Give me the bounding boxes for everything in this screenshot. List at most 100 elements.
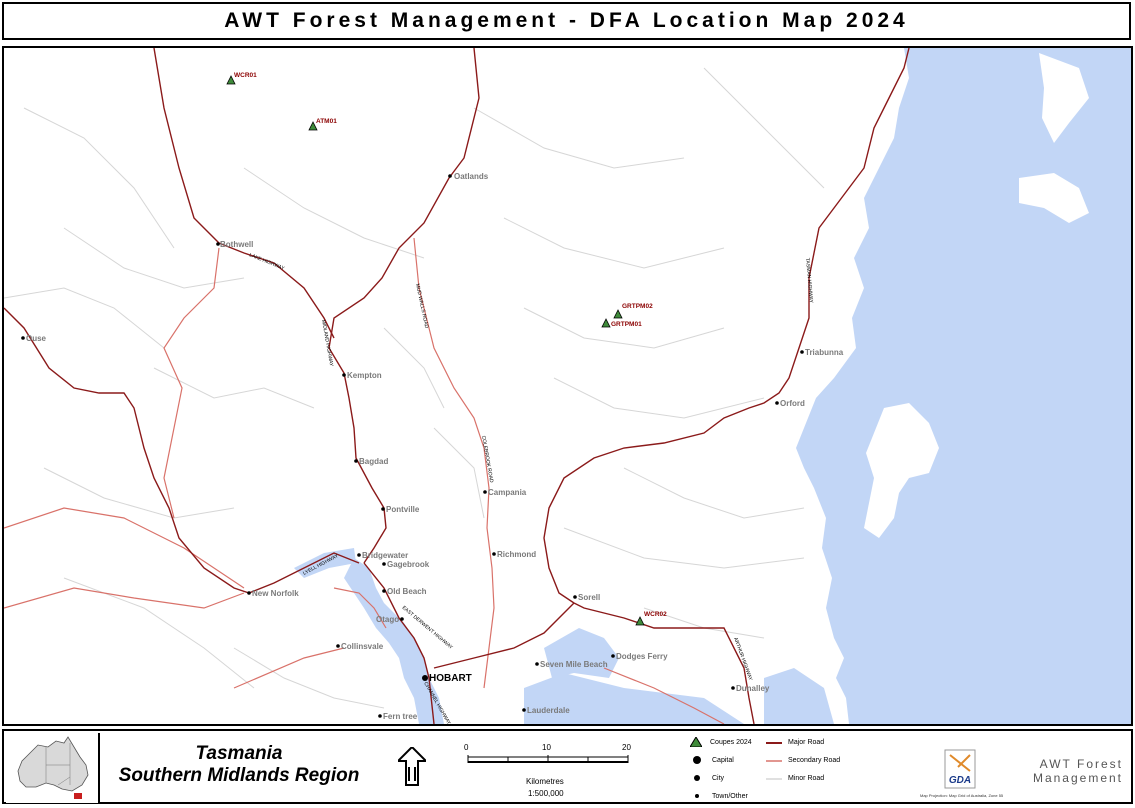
town-richmond[interactable]: Richmond [492,550,536,559]
town-bridgewater[interactable]: Bridgewater [357,551,408,560]
town-bagdad[interactable]: Bagdad [354,457,388,466]
east-coast-ocean [796,48,1131,724]
legend-minor-road: Minor Road [766,775,824,782]
legend-major-road: Major Road [766,739,824,746]
svg-text:Oatlands: Oatlands [454,172,489,181]
scale-bar: 0 10 20 Kilometres 1:500,000 [462,739,642,799]
scale-tick-20: 20 [622,743,631,752]
road-label-arthur: ARTHUR HIGHWAY [732,637,753,682]
road-label-tasman: TASMAN HIGHWAY [804,258,814,304]
org-name-line2: Management [1032,771,1123,785]
svg-text:Bridgewater: Bridgewater [362,551,408,560]
major-roads [4,48,910,724]
svg-text:ATM01: ATM01 [316,118,337,125]
svg-text:Ouse: Ouse [26,334,47,343]
map-frame[interactable]: LAKE HIGHWAY MIDLAND HIGHWAY MUD WALLS R… [2,46,1133,726]
title-bar: AWT Forest Management - DFA Location Map… [2,2,1131,40]
scale-tick-0: 0 [464,743,469,752]
town-campania[interactable]: Campania [483,488,527,497]
projection-note: Map Projection: Map Grid of Australia, Z… [920,793,1004,798]
australia-inset-map [6,733,100,803]
svg-text:Bagdad: Bagdad [359,457,388,466]
legend-coupes: Coupes 2024 [690,737,752,747]
town-gagebrook[interactable]: Gagebrook [382,560,430,569]
svg-text:WCR02: WCR02 [644,611,667,618]
coupe-atm01[interactable]: ATM01 [308,118,337,131]
svg-text:Orford: Orford [780,399,805,408]
scale-unit: Kilometres [526,777,564,786]
town-seven-mile-beach[interactable]: Seven Mile Beach [535,660,608,669]
svg-text:GRTPM01: GRTPM01 [611,321,642,328]
svg-text:Dunalley: Dunalley [736,684,770,693]
legend-town: Town/Other [692,791,748,801]
town-old-beach[interactable]: Old Beach [382,587,427,596]
town-bothwell[interactable]: Bothwell [216,240,253,249]
towns: Oatlands Bothwell Ouse Kempton Bagdad Po… [21,172,844,721]
town-orford[interactable]: Orford [775,399,805,408]
svg-text:Old Beach: Old Beach [387,587,427,596]
town-kempton[interactable]: Kempton [342,371,382,380]
svg-text:Collinsvale: Collinsvale [341,642,384,651]
minor-road-line-icon [766,777,782,780]
svg-text:Dodges Ferry: Dodges Ferry [616,652,668,661]
gda-logo-text: GDA [949,775,971,786]
region-title: Tasmania Southern Midlands Region [104,743,374,787]
org-name: AWT Forest Management [1033,757,1123,785]
town-ouse[interactable]: Ouse [21,334,47,343]
town-sorell[interactable]: Sorell [573,593,600,602]
road-label-mud-walls: MUD WALLS ROAD [414,283,429,329]
midland-highway [328,48,480,564]
svg-text:Fern tree: Fern tree [383,712,418,721]
org-name-line1: AWT Forest [1039,757,1123,771]
road-label-lake: LAKE HIGHWAY [248,252,286,272]
tasmania-marker [74,793,82,799]
map-title: AWT Forest Management - DFA Location Map… [224,9,909,32]
city-dot-icon [694,775,700,781]
svg-text:Lauderdale: Lauderdale [527,706,570,715]
coupe-wcr02[interactable]: WCR02 [635,611,667,626]
capital-dot-icon [693,756,701,764]
town-dodges-ferry[interactable]: Dodges Ferry [611,652,668,661]
svg-text:Otago: Otago [376,615,399,624]
legend-items: Coupes 2024 Capital City Town/Other Majo… [690,735,890,801]
coupe-grtpm01[interactable]: GRTPM01 [601,318,642,328]
major-road-line-icon [766,741,782,744]
pittwater [544,628,619,678]
svg-text:Pontville: Pontville [386,505,420,514]
town-fern-tree[interactable]: Fern tree [378,712,418,721]
svg-text:GRTPM02: GRTPM02 [622,303,653,310]
town-lauderdale[interactable]: Lauderdale [522,706,570,715]
svg-text:New Norfolk: New Norfolk [252,589,299,598]
svg-text:Triabunna: Triabunna [805,348,844,357]
coupe-grtpm02[interactable]: GRTPM02 [613,303,653,319]
town-collinsvale[interactable]: Collinsvale [336,642,384,651]
svg-text:Gagebrook: Gagebrook [387,560,430,569]
town-dot-icon [695,794,699,798]
town-triabunna[interactable]: Triabunna [800,348,844,357]
coupe-wcr01[interactable]: WCR01 [226,72,257,85]
ouse-road [4,307,360,594]
town-pontville[interactable]: Pontville [381,505,420,514]
town-new-norfolk[interactable]: New Norfolk [247,589,299,598]
town-dunalley[interactable]: Dunalley [731,684,770,693]
svg-text:Bothwell: Bothwell [220,240,253,249]
capital-label: HOBART [429,673,472,684]
legend-capital: Capital [692,755,734,765]
svg-text:Seven Mile Beach: Seven Mile Beach [540,660,608,669]
blackman-bay [764,668,834,724]
road-label-colebrook: COLEBROOK ROAD [480,435,494,483]
capital-hobart[interactable]: HOBART [422,673,472,684]
derwent-estuary [344,558,444,724]
secondary-road-line-icon [766,759,782,762]
lake-highway [153,48,335,339]
legend-secondary-road: Secondary Road [766,757,840,764]
svg-text:Campania: Campania [488,488,527,497]
svg-text:WCR01: WCR01 [234,72,257,79]
svg-text:Sorell: Sorell [578,593,600,602]
north-arrow-icon [395,745,429,792]
region-title-line1: Tasmania [195,743,283,764]
map-canvas[interactable]: LAKE HIGHWAY MIDLAND HIGHWAY MUD WALLS R… [4,48,1131,724]
svg-text:Richmond: Richmond [497,550,536,559]
town-oatlands[interactable]: Oatlands [448,172,489,181]
legend-bar: Tasmania Southern Midlands Region 0 10 2… [2,729,1133,804]
